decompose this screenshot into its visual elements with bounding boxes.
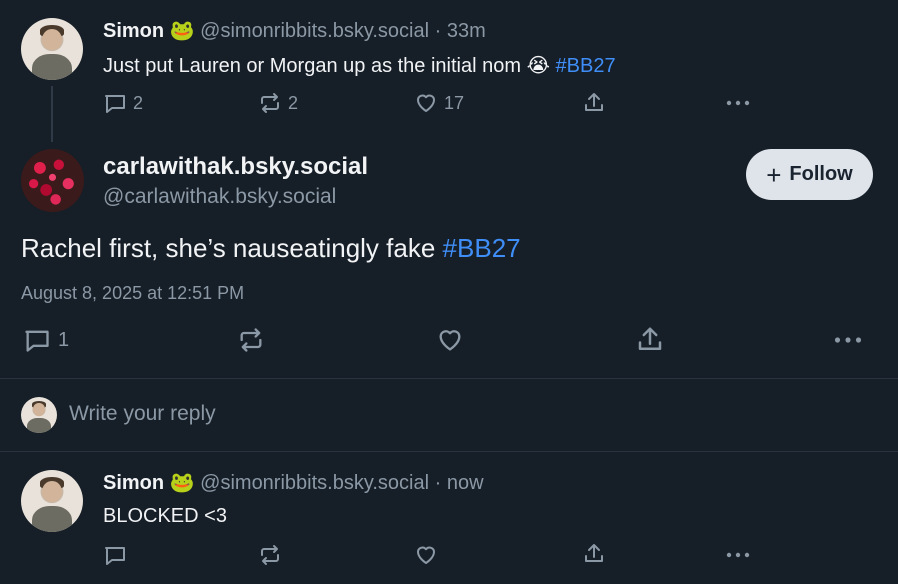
handle[interactable]: @simonribbits.bsky.social [200, 20, 429, 42]
like-button[interactable]: 17 [414, 91, 464, 115]
avatar-head [33, 403, 45, 416]
more-icon [726, 552, 750, 558]
avatar-body [27, 417, 51, 433]
reply-button[interactable]: 2 [103, 91, 143, 115]
heart-icon [417, 94, 435, 112]
reply-icon [105, 547, 125, 565]
plus-icon: + [766, 159, 782, 190]
avatar-body [32, 505, 72, 532]
post-time[interactable]: now [447, 472, 484, 494]
like-count: 17 [444, 92, 465, 113]
repost-icon [261, 93, 279, 113]
separator: · [434, 20, 442, 42]
post-text: Rachel first, she’s nauseatingly fake #B… [21, 233, 521, 264]
separator: · [434, 472, 442, 494]
reply-count: 2 [133, 92, 144, 113]
more-options-button[interactable] [832, 326, 864, 354]
more-options-button[interactable] [725, 91, 751, 115]
share-button[interactable] [582, 542, 606, 566]
repost-button[interactable] [258, 543, 282, 567]
divider [0, 451, 898, 452]
thread-line [51, 86, 53, 142]
avatar [21, 397, 57, 433]
reply-icon [25, 330, 49, 352]
post-timestamp[interactable]: August 8, 2025 at 12:51 PM [21, 283, 244, 304]
avatar-body [32, 53, 72, 80]
post-body: Just put Lauren or Morgan up as the init… [103, 55, 522, 77]
hashtag-link[interactable]: #BB27 [556, 55, 616, 77]
reply-placeholder[interactable]: Write your reply [69, 402, 216, 426]
avatar-head [42, 29, 62, 51]
reply-button[interactable] [103, 543, 127, 567]
avatar[interactable] [21, 470, 83, 532]
more-icon [834, 337, 862, 343]
handle[interactable]: @simonribbits.bsky.social [200, 472, 429, 494]
like-button[interactable] [414, 543, 438, 567]
post-body: Rachel first, she’s nauseatingly fake [21, 233, 436, 263]
repost-button[interactable]: 2 [258, 91, 298, 115]
display-name[interactable]: Simon [103, 20, 164, 42]
more-icon [726, 100, 750, 106]
repost-button[interactable] [236, 326, 266, 354]
name-emoji: 🐸 [169, 20, 195, 42]
reply-button[interactable]: 1 [22, 326, 69, 354]
name-emoji: 🐸 [169, 472, 195, 494]
avatar[interactable] [21, 18, 83, 80]
repost-count: 2 [288, 92, 299, 113]
display-name[interactable]: carlawithak.bsky.social [103, 153, 368, 181]
post-text: Just put Lauren or Morgan up as the init… [103, 53, 616, 78]
post-time[interactable]: 33m [447, 20, 486, 42]
divider [0, 378, 898, 379]
post-header: Simon 🐸 @simonribbits.bsky.social · 33m [103, 18, 486, 43]
share-button[interactable] [635, 325, 665, 355]
share-button[interactable] [582, 91, 606, 115]
repost-icon [240, 328, 262, 352]
share-icon [585, 544, 603, 562]
heart-icon [439, 330, 461, 351]
reply-count: 1 [58, 328, 70, 351]
heart-icon [417, 546, 435, 564]
share-icon [585, 93, 603, 111]
reply-icon [105, 95, 125, 113]
share-icon [638, 327, 662, 350]
avatar[interactable] [21, 149, 84, 212]
post-text: BLOCKED <3 [103, 505, 227, 527]
like-button[interactable] [435, 326, 465, 354]
crying-emoji: 😭 [526, 55, 550, 77]
hashtag-link[interactable]: #BB27 [443, 233, 521, 263]
follow-label: Follow [789, 163, 853, 185]
follow-button[interactable]: + Follow [746, 149, 873, 200]
more-options-button[interactable] [725, 543, 751, 567]
display-name[interactable]: Simon [103, 472, 164, 494]
handle[interactable]: @carlawithak.bsky.social [103, 185, 336, 209]
repost-icon [261, 545, 279, 565]
post-header: Simon 🐸 @simonribbits.bsky.social · now [103, 470, 484, 495]
avatar-head [42, 481, 62, 503]
